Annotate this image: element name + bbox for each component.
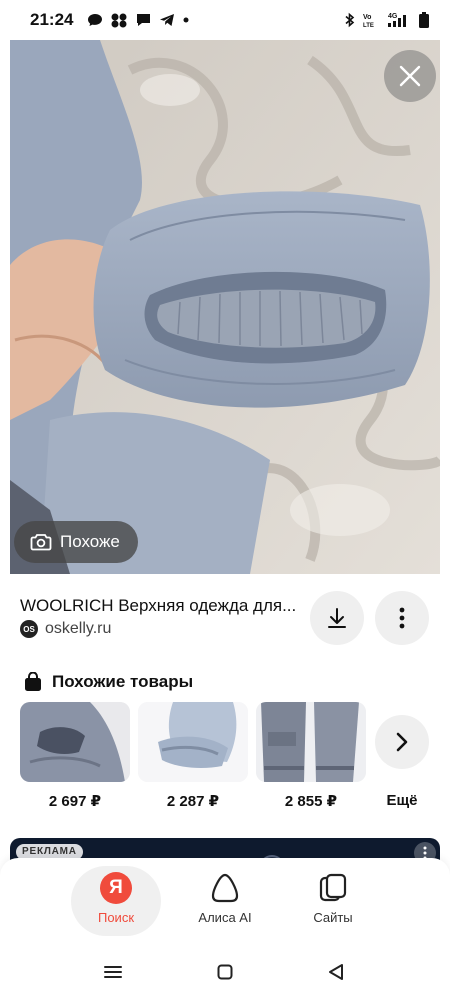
similar-products-list: 2 697 ₽ 2 287 ₽ 2 855 ₽ Ещё (20, 702, 450, 812)
message-icon (137, 14, 151, 26)
nav-alice-label: Алиса AI (198, 910, 252, 925)
product-price: 2 697 ₽ (48, 793, 102, 810)
yandex-logo-icon: Я (100, 872, 132, 904)
menu-icon (104, 966, 122, 978)
shopping-bag-icon (25, 672, 41, 691)
bluetooth-icon (345, 12, 355, 28)
chevron-right-icon (396, 732, 408, 752)
similar-images-button[interactable]: Похоже (14, 521, 138, 563)
nav-search-label: Поиск (97, 910, 135, 925)
apps-cluster-icon (111, 13, 127, 28)
source-link[interactable]: OS oskelly.ru (20, 620, 111, 638)
nav-search[interactable]: Я Поиск (71, 866, 161, 936)
notification-icons (87, 12, 190, 28)
signal-4g-icon: 4G (388, 13, 406, 27)
more-products-label[interactable]: Ещё (375, 792, 429, 809)
chat-bubble-icon (88, 14, 103, 26)
back-button[interactable] (324, 960, 348, 984)
product-image (20, 702, 130, 782)
image-viewer[interactable]: Похоже (10, 40, 440, 574)
download-icon (328, 608, 346, 628)
product-card[interactable]: 2 855 ₽ (256, 702, 366, 810)
back-triangle-icon (329, 964, 343, 980)
product-image (138, 702, 248, 782)
home-square-icon (217, 964, 233, 980)
similar-images-label: Похоже (60, 532, 120, 551)
download-button[interactable] (310, 591, 364, 645)
result-title[interactable]: WOOLRICH Верхняя одежда для... (20, 596, 300, 616)
more-vertical-icon (399, 607, 405, 629)
product-price: 2 855 ₽ (284, 793, 338, 810)
similar-products-heading: Похожие товары (24, 672, 193, 692)
close-icon (399, 65, 421, 87)
more-products-button[interactable] (375, 715, 429, 769)
svg-text:Vo: Vo (363, 14, 371, 21)
telegram-icon (160, 14, 175, 26)
nav-sites[interactable]: Сайты (288, 866, 378, 936)
system-status-icons: Vo LTE 4G (344, 11, 430, 29)
camera-search-icon (30, 534, 52, 551)
more-options-button[interactable] (375, 591, 429, 645)
battery-icon (419, 12, 429, 28)
product-card[interactable]: 2 697 ₽ (20, 702, 130, 810)
status-bar: 21:24 Vo LTE 4G (0, 0, 450, 40)
status-time: 21:24 (30, 10, 74, 29)
product-image (256, 702, 366, 782)
product-card[interactable]: 2 287 ₽ (138, 702, 248, 810)
nav-sites-label: Сайты (313, 910, 353, 925)
product-price: 2 287 ₽ (166, 793, 220, 810)
nav-alice[interactable]: Алиса AI (180, 866, 270, 936)
similar-products-title: Похожие товары (52, 672, 194, 691)
dot-icon (183, 17, 189, 23)
system-navigation (0, 942, 450, 1000)
source-logo: OS (20, 620, 38, 638)
bottom-navigation: Я Поиск Алиса AI Сайты (0, 858, 450, 942)
result-info: WOOLRICH Верхняя одежда для... OS oskell… (0, 588, 450, 650)
jacket-sleeve-photo (10, 40, 440, 574)
svg-text:LTE: LTE (363, 23, 374, 28)
alice-icon (211, 873, 239, 903)
close-button[interactable] (384, 50, 436, 102)
sites-icon (319, 873, 347, 902)
volte-icon: Vo LTE (363, 14, 374, 28)
recent-apps-button[interactable] (101, 960, 125, 984)
svg-text:4G: 4G (388, 13, 398, 20)
source-domain: oskelly.ru (45, 620, 112, 637)
home-button[interactable] (213, 960, 237, 984)
